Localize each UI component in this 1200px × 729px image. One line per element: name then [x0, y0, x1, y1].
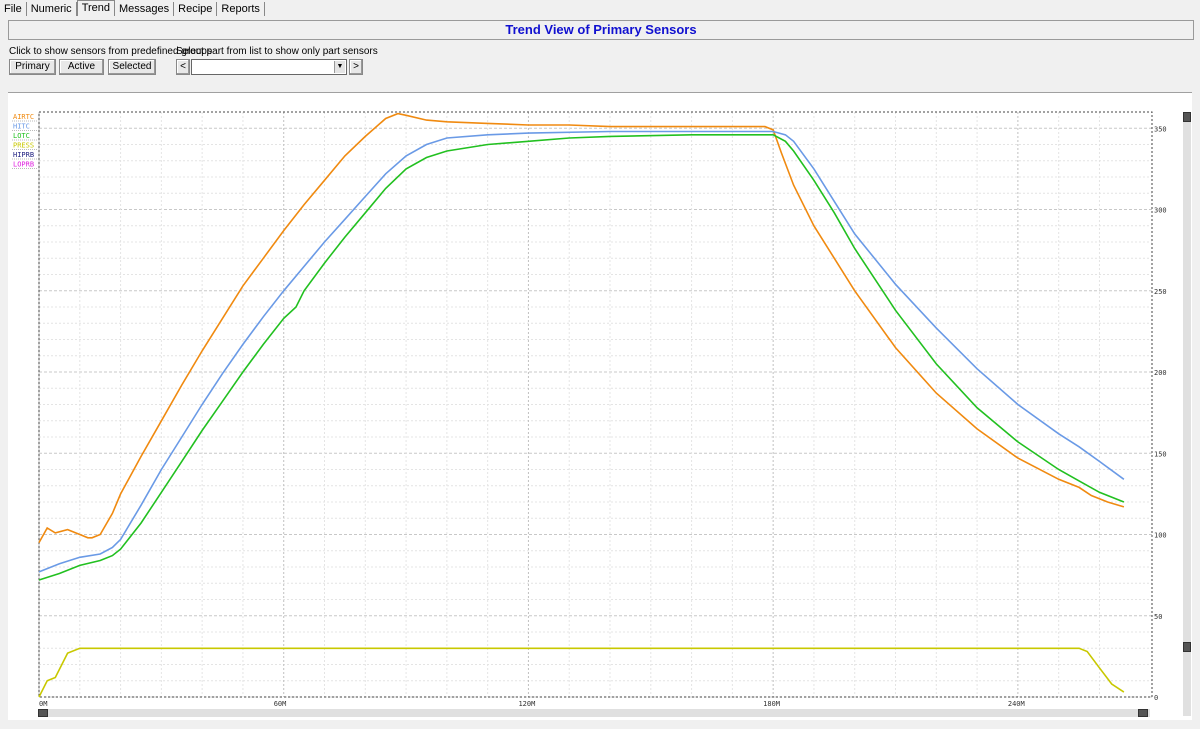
next-part-button[interactable]: > — [349, 59, 363, 75]
tab-numeric[interactable]: Numeric — [27, 2, 77, 16]
vertical-scrollbar[interactable] — [1183, 112, 1191, 716]
primary-button[interactable]: Primary — [9, 59, 56, 75]
trend-panel — [8, 92, 1192, 720]
horizontal-scrollbar[interactable] — [38, 709, 1150, 717]
vertical-scroll-bottom-thumb[interactable] — [1183, 642, 1191, 652]
page-header: Trend View of Primary Sensors — [8, 20, 1194, 40]
horizontal-scroll-left-thumb[interactable] — [38, 709, 48, 717]
tab-reports[interactable]: Reports — [217, 2, 265, 16]
tab-recipe[interactable]: Recipe — [174, 2, 218, 16]
part-select[interactable]: ▼ — [191, 59, 347, 75]
prev-part-button[interactable]: < — [176, 59, 190, 75]
chevron-down-icon[interactable]: ▼ — [334, 61, 345, 73]
active-button[interactable]: Active — [59, 59, 104, 75]
page-title: Trend View of Primary Sensors — [505, 22, 697, 37]
part-hint-label: Select part from list to show only part … — [176, 46, 378, 57]
horizontal-scroll-right-thumb[interactable] — [1138, 709, 1148, 717]
tab-bar: File Numeric Trend Messages Recipe Repor… — [0, 0, 1200, 16]
vertical-scroll-top-thumb[interactable] — [1183, 112, 1191, 122]
tab-trend[interactable]: Trend — [76, 0, 116, 16]
tab-messages[interactable]: Messages — [115, 2, 175, 16]
selected-button[interactable]: Selected — [108, 59, 156, 75]
tab-file[interactable]: File — [0, 2, 27, 16]
